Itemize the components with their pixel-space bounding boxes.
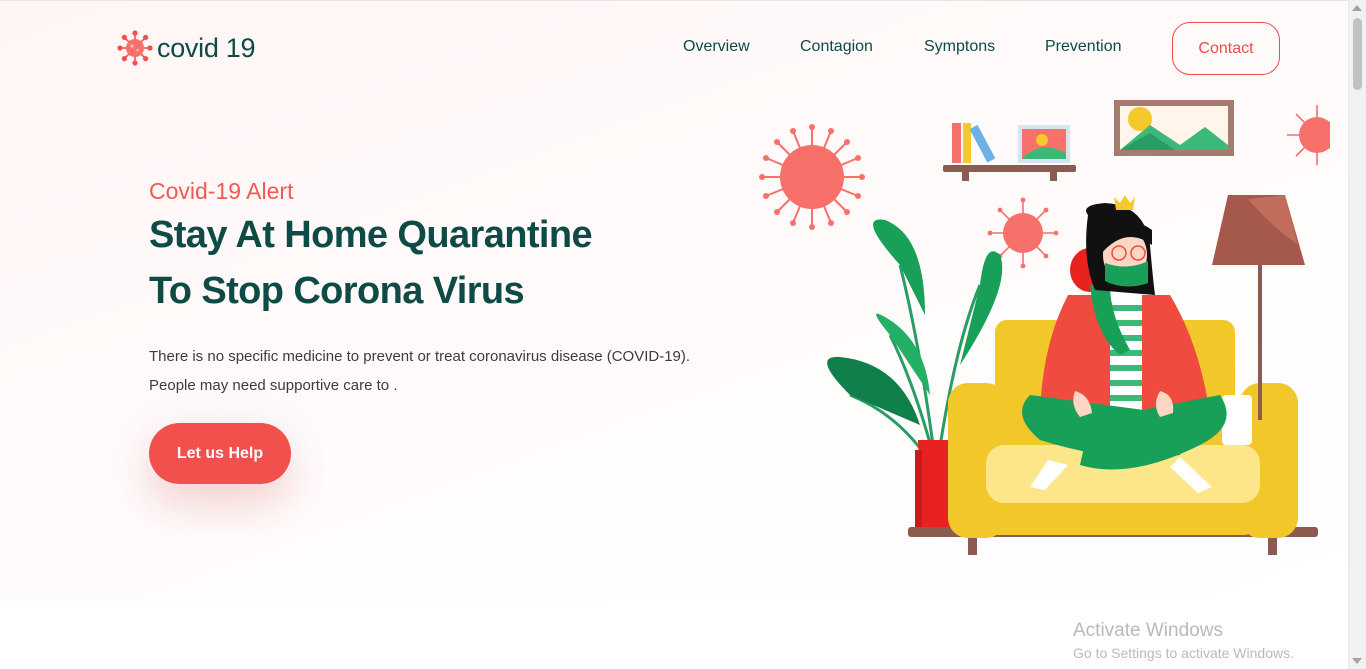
scroll-thumb[interactable] (1353, 18, 1362, 90)
nav-prevention[interactable]: Prevention (1045, 38, 1122, 56)
quarantine-illustration (759, 100, 1330, 555)
alert-label: Covid-19 Alert (149, 178, 294, 204)
virus-large-icon (759, 124, 865, 230)
scroll-down-icon[interactable] (1352, 658, 1362, 664)
nav-overview[interactable]: Overview (683, 38, 750, 56)
virus-icon (117, 30, 153, 66)
nav-contagion[interactable]: Contagion (800, 38, 873, 56)
activate-windows-title: Activate Windows (1073, 620, 1223, 641)
nav-symptons[interactable]: Symptons (924, 38, 995, 56)
shelf (943, 123, 1076, 181)
let-us-help-button[interactable]: Let us Help (149, 423, 291, 484)
wall-picture (1114, 100, 1234, 156)
contact-button[interactable]: Contact (1172, 22, 1280, 75)
brand-name: covid 19 (157, 32, 256, 63)
vertical-scrollbar[interactable] (1348, 0, 1366, 669)
scroll-up-icon[interactable] (1352, 5, 1362, 11)
activate-windows-subtitle: Go to Settings to activate Windows. (1073, 645, 1294, 661)
hero-description-line-1: There is no specific medicine to prevent… (149, 348, 691, 365)
logo[interactable]: covid 19 (117, 30, 255, 66)
hero-title-line-2: To Stop Corona Virus (149, 270, 525, 312)
hero-title-line-1: Stay At Home Quarantine (149, 214, 593, 256)
hero-description-line-2: People may need supportive care to . (149, 377, 398, 394)
virus-small-icon (1287, 105, 1330, 165)
